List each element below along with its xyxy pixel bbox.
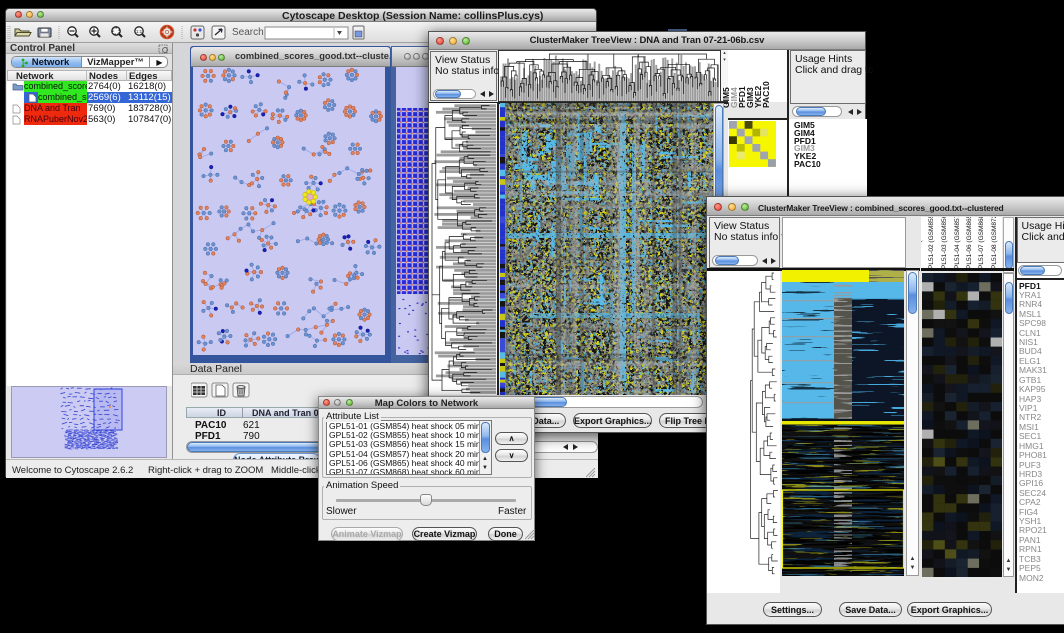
svg-text:1:1: 1:1 bbox=[136, 29, 143, 34]
svg-text:Search:: Search: bbox=[232, 27, 266, 38]
